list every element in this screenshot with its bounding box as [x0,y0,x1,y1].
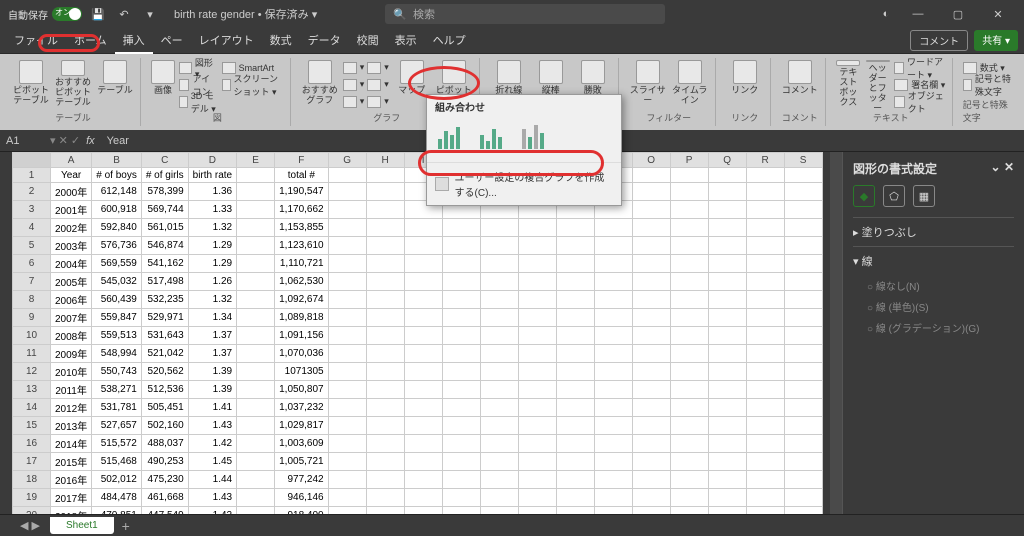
search-icon: 🔍 [393,8,407,21]
screenshot-button[interactable]: スクリーンショット ▾ [222,77,284,92]
menu-挿入[interactable]: 挿入 [115,28,153,54]
format-pane: 図形の書式設定 ⌄ ✕ ◆ ⬠ ▦ ▸ 塗りつぶし ▾ 線 ○ 線なし(N) ○… [842,152,1024,514]
pane-close-icon[interactable]: ✕ [1004,160,1014,174]
timeline-button[interactable]: タイムライン [671,60,709,108]
fill-section[interactable]: ▸ 塗りつぶし [853,217,1014,246]
chart-type-1[interactable]: ▾ ▾ [343,60,389,75]
line-gradient-option[interactable]: ○ 線 (グラデーション)(G) [853,317,1014,338]
link-button[interactable]: リンク [726,60,764,108]
tab-nav-icon[interactable]: ◀ ▶ [20,519,40,532]
rec-chart-button[interactable]: おすすめグラフ [301,60,339,108]
image-button[interactable]: 画像 [151,60,175,108]
menubar: ファイルホーム挿入ペーレイアウト数式データ校閲表示ヘルプ コメント 共有 ▾ [0,28,1024,54]
fx-icon[interactable]: fx [80,135,101,147]
line-section[interactable]: ▾ 線 [853,246,1014,275]
search-input[interactable]: 🔍 検索 [385,4,665,24]
save-icon[interactable]: 💾 [88,4,108,24]
pane-expand-icon[interactable]: ⌄ [991,160,1001,174]
name-box[interactable]: A1 [0,135,50,147]
combo-type-3[interactable] [519,122,555,152]
comment-insert-button[interactable]: コメント [781,60,819,108]
add-sheet-button[interactable]: + [116,518,136,534]
titlebar: 自動保存 オン 💾 ↶ ▾ birth rate gender • 保存済み ▾… [0,0,1024,28]
combo-chart-dropdown: 組み合わせ ユーザー設定の複合グラフを作成する(C)... [426,94,622,206]
header-footer-button[interactable]: ヘッダーとフッター [865,60,890,108]
line-none-option[interactable]: ○ 線なし(N) [853,275,1014,296]
menu-ホーム[interactable]: ホーム [66,28,115,54]
comment-button[interactable]: コメント [910,30,968,51]
wordart-button[interactable]: ワードアート ▾ [894,60,946,75]
object-button[interactable]: オブジェクト [894,94,946,109]
rec-pivot-button[interactable]: おすすめピボットテーブル [54,60,92,108]
table-button[interactable]: テーブル [96,60,134,108]
textbox-button[interactable]: テキストボックス [836,60,861,108]
menu-ヘルプ[interactable]: ヘルプ [425,28,474,54]
filename[interactable]: birth rate gender • 保存済み ▾ [174,6,317,22]
custom-combo-button[interactable]: ユーザー設定の複合グラフを作成する(C)... [427,162,621,205]
menu-データ[interactable]: データ [300,28,349,54]
menu-校閲[interactable]: 校閲 [349,28,387,54]
sheet-tabs: ◀ ▶ Sheet1 + [0,514,1024,536]
chart-type-2[interactable]: ▾ ▾ [343,77,389,92]
share-button[interactable]: 共有 ▾ [974,30,1018,51]
line-solid-option[interactable]: ○ 線 (単色)(S) [853,296,1014,317]
combo-type-2[interactable] [477,122,513,152]
symbol-button[interactable]: 記号と特殊文字 [963,77,1012,92]
redo-icon[interactable]: ▾ [140,4,160,24]
combo-type-1[interactable] [435,122,471,152]
slicer-button[interactable]: スライサー [629,60,667,108]
3dmodels-button[interactable]: 3D モデル ▾ [179,94,218,109]
maximize-button[interactable]: ▢ [940,2,976,26]
menu-表示[interactable]: 表示 [387,28,425,54]
close-button[interactable]: ✕ [980,2,1016,26]
pivot-table-button[interactable]: ピボットテーブル [12,60,50,108]
account-icon[interactable]: ◐ [876,4,896,24]
menu-数式[interactable]: 数式 [262,28,300,54]
minimize-button[interactable]: — [900,2,936,26]
pane-title: 図形の書式設定 [853,160,937,177]
combo-chart-button[interactable]: ▾ ▾ [343,94,389,109]
fill-tab-icon[interactable]: ◆ [853,185,875,207]
menu-ペー[interactable]: ペー [153,28,191,54]
dropdown-title: 組み合わせ [427,95,621,118]
tab-sheet1[interactable]: Sheet1 [50,517,114,534]
effects-tab-icon[interactable]: ⬠ [883,185,905,207]
menu-レイアウト[interactable]: レイアウト [191,28,262,54]
menu-ファイル[interactable]: ファイル [6,28,66,54]
size-tab-icon[interactable]: ▦ [913,185,935,207]
vertical-scrollbar[interactable] [830,152,842,514]
undo-icon[interactable]: ↶ [114,4,134,24]
worksheet[interactable]: ABCDEFGHIJKLMNOPQRS1Year# of boys# of gi… [0,152,842,514]
autosave-toggle[interactable]: 自動保存 オン [8,7,82,22]
